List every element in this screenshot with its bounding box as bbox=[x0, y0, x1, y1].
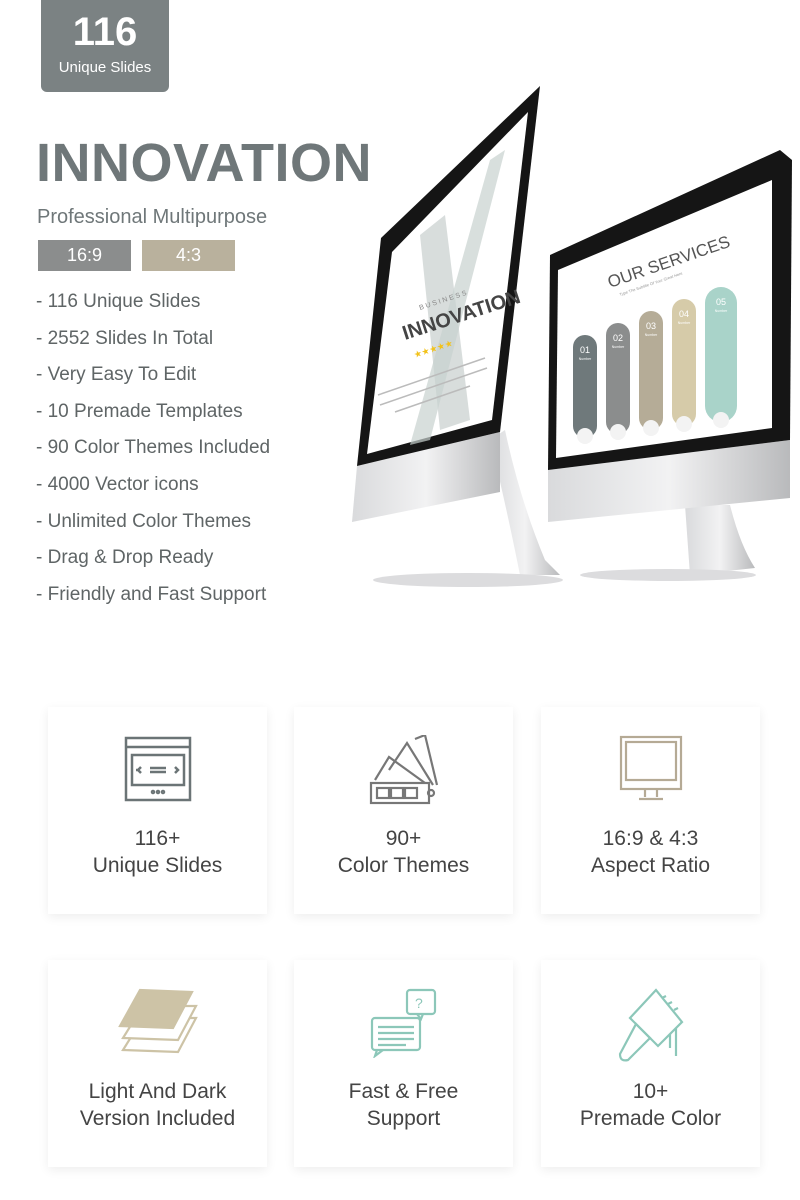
card-line2: Support bbox=[366, 1107, 441, 1130]
service-column: 04 Number bbox=[672, 299, 696, 432]
card-line1: 16:9 & 4:3 bbox=[602, 827, 699, 850]
service-column: 05 Number bbox=[705, 287, 737, 428]
service-column-bar bbox=[705, 287, 737, 422]
paint-brush-icon bbox=[618, 988, 683, 1062]
service-number: 02 bbox=[613, 333, 623, 343]
service-column: 01 Number bbox=[573, 335, 597, 444]
right-monitor: OUR SERVICES Type The Subtitle Of Your G… bbox=[548, 150, 792, 581]
card-line1: 116+ bbox=[134, 827, 181, 850]
service-column: 02 Number bbox=[606, 323, 630, 440]
service-number: 03 bbox=[646, 321, 656, 331]
card-line1: 90+ bbox=[385, 827, 422, 850]
service-icon-circle bbox=[676, 416, 692, 432]
service-icon-circle bbox=[713, 412, 729, 428]
monitor-icon bbox=[619, 735, 682, 801]
chat-question-icon: ? bbox=[370, 988, 436, 1058]
service-label: Number bbox=[715, 309, 728, 313]
card-premade-color: 10+ Premade Color bbox=[541, 960, 760, 1167]
left-monitor: BUSINESS INNOVATION ★★★★★ bbox=[352, 86, 563, 587]
promo-page: 116 Unique Slides INNOVATION Professiona… bbox=[0, 0, 800, 1200]
service-icon-circle bbox=[610, 424, 626, 440]
card-aspect-ratio: 16:9 & 4:3 Aspect Ratio bbox=[541, 707, 760, 914]
service-number: 01 bbox=[580, 345, 590, 355]
card-color-themes: 90+ Color Themes bbox=[294, 707, 513, 914]
service-column: 03 Number bbox=[639, 311, 663, 436]
browser-code-icon bbox=[124, 736, 191, 802]
card-unique-slides: 116+ Unique Slides bbox=[48, 707, 267, 914]
service-label: Number bbox=[612, 345, 625, 349]
card-line2: Aspect Ratio bbox=[590, 854, 711, 877]
card-line1: 10+ bbox=[632, 1080, 669, 1103]
card-line1: Light And Dark bbox=[88, 1080, 227, 1103]
service-icon-circle bbox=[643, 420, 659, 436]
color-swatch-icon bbox=[369, 735, 438, 805]
layers-icon bbox=[117, 988, 198, 1054]
service-label: Number bbox=[579, 357, 592, 361]
card-line2: Color Themes bbox=[337, 854, 470, 877]
card-light-dark: Light And Dark Version Included bbox=[48, 960, 267, 1167]
card-line1: Fast & Free bbox=[348, 1080, 459, 1103]
service-icon-circle bbox=[577, 428, 593, 444]
svg-text:?: ? bbox=[415, 995, 423, 1011]
card-support: ? Fast & Free Support bbox=[294, 960, 513, 1167]
service-number: 04 bbox=[679, 309, 689, 319]
monitors-mockup: BUSINESS INNOVATION ★★★★★ OUR SERVICES T… bbox=[352, 86, 792, 587]
card-line2: Premade Color bbox=[579, 1107, 722, 1130]
service-label: Number bbox=[678, 321, 691, 325]
service-label: Number bbox=[645, 333, 658, 337]
card-line2: Unique Slides bbox=[92, 854, 223, 877]
service-number: 05 bbox=[716, 297, 726, 307]
card-line2: Version Included bbox=[79, 1107, 236, 1130]
